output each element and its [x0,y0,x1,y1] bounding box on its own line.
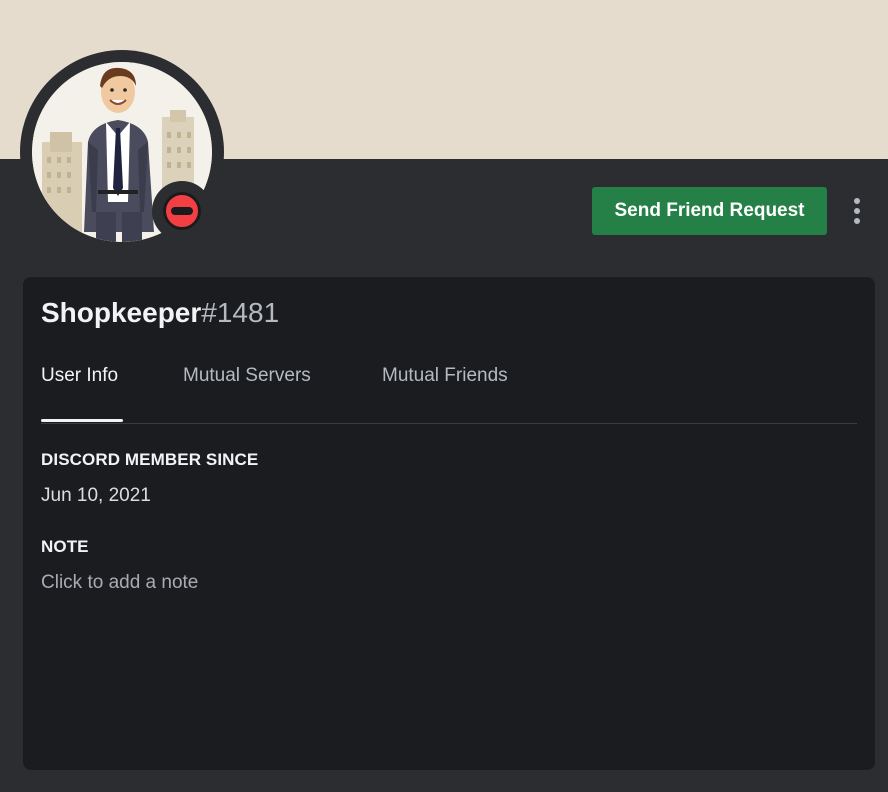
more-dot [854,198,860,204]
discriminator: #1481 [201,297,280,328]
username-heading: Shopkeeper#1481 [41,297,279,329]
note-title: NOTE [41,537,89,556]
tab-mutual-servers[interactable]: Mutual Servers [183,363,311,423]
profile-card: Shopkeeper#1481 User Info Mutual Servers… [23,277,875,770]
tab-label: Mutual Friends [382,365,508,386]
more-dot [854,218,860,224]
tab-mutual-friends[interactable]: Mutual Friends [382,363,508,423]
tab-user-info[interactable]: User Info [41,363,123,423]
profile-tabs: User Info Mutual Servers Mutual Friends [41,363,857,423]
tab-label: Mutual Servers [183,365,311,386]
note-input[interactable]: Click to add a note [41,572,198,594]
more-dot [854,208,860,214]
username: Shopkeeper [41,297,202,328]
member-since-value: Jun 10, 2021 [41,485,151,506]
more-vertical-icon[interactable] [843,196,871,226]
active-tab-indicator [41,419,123,422]
do-not-disturb-icon [163,192,201,230]
send-friend-request-button[interactable]: Send Friend Request [592,187,827,235]
tab-label: User Info [41,365,119,386]
tabs-divider [41,423,857,424]
member-since-title: DISCORD MEMBER SINCE [41,450,259,469]
